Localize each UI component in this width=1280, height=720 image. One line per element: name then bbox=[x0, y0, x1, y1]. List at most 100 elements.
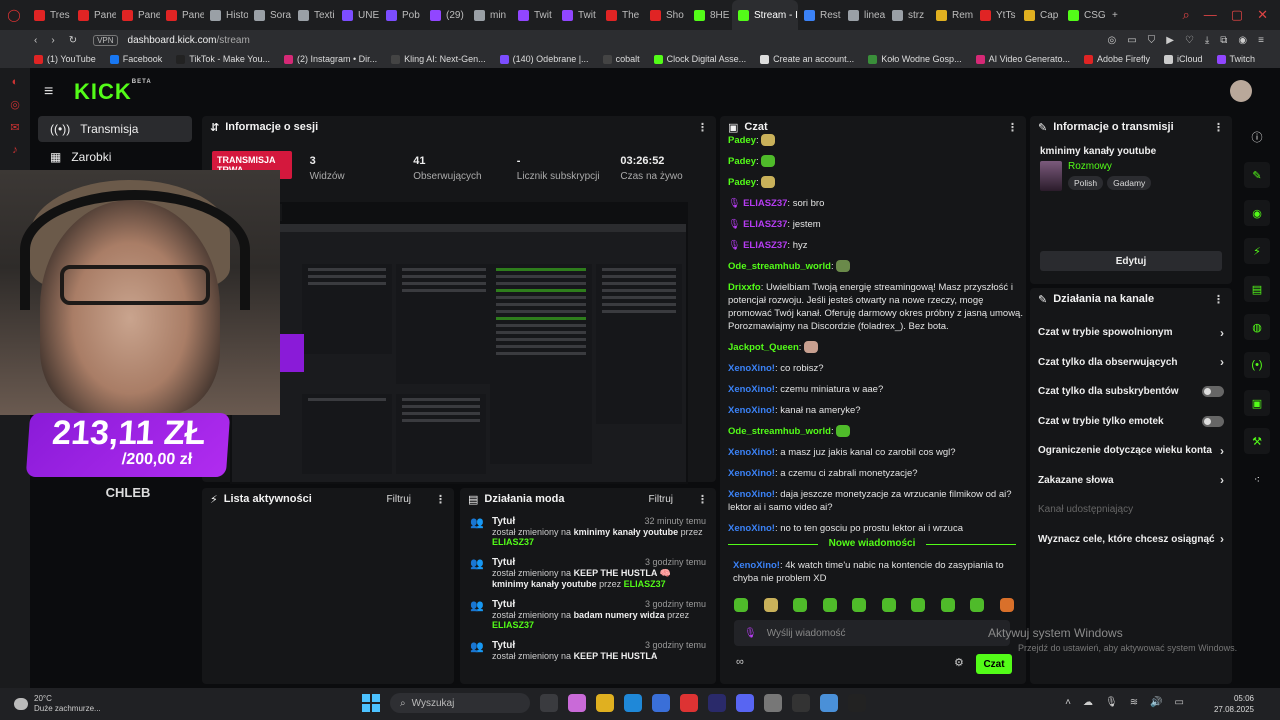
browser-tab[interactable]: Twit bbox=[512, 0, 556, 30]
wrench-icon[interactable]: ⚒ bbox=[1244, 428, 1270, 454]
weather-widget[interactable]: 20°C Duże zachmurze... bbox=[0, 694, 101, 714]
browser-tab[interactable]: CSG bbox=[1062, 0, 1106, 30]
vpn-badge[interactable]: VPN bbox=[93, 34, 118, 46]
close-button[interactable]: ✕ bbox=[1257, 7, 1268, 23]
back-icon[interactable]: ‹ bbox=[34, 35, 37, 46]
file-explorer-icon[interactable] bbox=[596, 694, 614, 712]
chat-username[interactable]: Padey bbox=[728, 135, 756, 146]
browser-tab[interactable]: YtTs bbox=[974, 0, 1018, 30]
chat-username[interactable]: XenoXino! bbox=[728, 363, 775, 374]
emote-icon[interactable] bbox=[940, 598, 955, 612]
bookmark[interactable]: Adobe Firefly bbox=[1083, 54, 1150, 64]
new-messages-divider[interactable]: Nowe wiadomości bbox=[728, 538, 1016, 549]
chat-username[interactable]: XenoXino! bbox=[728, 384, 775, 395]
bookmark[interactable]: (1) YouTube bbox=[34, 54, 96, 64]
camera-icon[interactable]: ◎ bbox=[1108, 35, 1117, 46]
chat-username[interactable]: XenoXino! bbox=[728, 447, 775, 458]
browser-tab[interactable]: Pane bbox=[160, 0, 204, 30]
signal-icon[interactable]: (•) bbox=[1244, 352, 1270, 378]
volume-icon[interactable]: 🔊 bbox=[1150, 697, 1162, 708]
chat-username[interactable]: Ode_streamhub_world bbox=[728, 261, 831, 272]
channel-action-row[interactable]: Czat tylko dla subskrybentów bbox=[1030, 377, 1232, 407]
info-icon[interactable]: ⓘ bbox=[1244, 124, 1270, 150]
more-icon[interactable]: ⋮ bbox=[1007, 121, 1018, 134]
browser-tab[interactable]: Twit bbox=[556, 0, 600, 30]
browser-tab[interactable]: Sora bbox=[248, 0, 292, 30]
mod-filter-button[interactable]: Filtruj bbox=[649, 494, 673, 505]
chat-username[interactable]: XenoXino! bbox=[728, 523, 775, 534]
search-icon[interactable]: ⌕ bbox=[1183, 7, 1190, 23]
browser-tab[interactable]: The bbox=[600, 0, 644, 30]
bookmark[interactable]: Facebook bbox=[109, 54, 162, 64]
chat-send-button[interactable]: Czat bbox=[976, 654, 1012, 674]
channel-action-row[interactable]: Zakazane słowa › bbox=[1030, 466, 1232, 496]
new-tab-button[interactable]: + bbox=[1106, 0, 1124, 30]
channel-action-row[interactable]: Ograniczenie dotyczące wieku konta › bbox=[1030, 436, 1232, 466]
mail-icon[interactable]: ✉ bbox=[10, 121, 19, 134]
emote-icon[interactable] bbox=[970, 598, 985, 612]
chat-username[interactable]: ELIASZ37 bbox=[743, 219, 787, 230]
mod-item-user[interactable]: ELIASZ37 bbox=[492, 620, 534, 630]
browser-tab[interactable]: min bbox=[468, 0, 512, 30]
task-view-icon[interactable] bbox=[540, 694, 558, 712]
toggle-switch[interactable] bbox=[1202, 386, 1224, 398]
profile-icon[interactable]: ◉ bbox=[1238, 35, 1247, 46]
tabs-icon[interactable]: ▭ bbox=[1127, 35, 1136, 46]
chat-username[interactable]: XenoXino! bbox=[728, 489, 775, 500]
play-icon[interactable]: ▶ bbox=[1166, 35, 1174, 46]
copilot-icon[interactable] bbox=[568, 694, 586, 712]
mod-item-user[interactable]: ELIASZ37 bbox=[624, 579, 666, 589]
chevron-up-icon[interactable]: ˄ bbox=[1065, 697, 1071, 708]
shield-icon[interactable]: ⛉ bbox=[1148, 35, 1156, 46]
bookmark[interactable]: iCloud bbox=[1164, 54, 1203, 64]
bookmark[interactable]: TikTok - Make You... bbox=[176, 54, 270, 64]
cloud-sync-icon[interactable]: ☁ bbox=[1083, 697, 1093, 708]
bookmark[interactable]: (140) Odebrane |... bbox=[499, 54, 589, 64]
reload-icon[interactable]: ↻ bbox=[69, 35, 77, 46]
edit-button[interactable]: Edytuj bbox=[1040, 251, 1222, 271]
toggle-switch[interactable] bbox=[1202, 415, 1224, 427]
emote-icon[interactable] bbox=[852, 598, 867, 612]
discord-icon[interactable] bbox=[736, 694, 754, 712]
ellipsis-icon[interactable]: ⁖ bbox=[1244, 466, 1270, 492]
emote-icon[interactable] bbox=[793, 598, 808, 612]
browser-tab[interactable]: Rem bbox=[930, 0, 974, 30]
clock[interactable]: 05:06 27.08.2025 bbox=[1214, 693, 1254, 715]
document-icon[interactable]: ▤ bbox=[1244, 276, 1270, 302]
microphone-icon[interactable]: 🎙 bbox=[1105, 697, 1118, 708]
opera-logo-icon[interactable]: ◯ bbox=[0, 8, 28, 22]
music-icon[interactable]: ♪ bbox=[12, 144, 18, 156]
bookmark[interactable]: Clock Digital Asse... bbox=[653, 54, 746, 64]
activity-filter-button[interactable]: Filtruj bbox=[387, 494, 411, 505]
browser-tab[interactable]: Rest bbox=[798, 0, 842, 30]
chat-username[interactable]: ELIASZ37 bbox=[743, 198, 787, 209]
after-effects-icon[interactable] bbox=[708, 694, 726, 712]
browser-tab[interactable]: Histo bbox=[204, 0, 248, 30]
channel-action-row[interactable]: Czat w trybie spowolnionym › bbox=[1030, 318, 1232, 348]
browser-tab[interactable]: Pob bbox=[380, 0, 424, 30]
minimize-button[interactable]: — bbox=[1204, 7, 1217, 23]
emote-icon[interactable] bbox=[911, 598, 926, 612]
browser-tab[interactable]: strz bbox=[886, 0, 930, 30]
emote-icon[interactable] bbox=[763, 598, 778, 612]
instagram-icon[interactable]: ◎ bbox=[10, 98, 20, 111]
browser-tab[interactable]: 8HE bbox=[688, 0, 732, 30]
gear-icon[interactable]: ⚙ bbox=[954, 656, 964, 669]
capcut-icon[interactable] bbox=[848, 694, 866, 712]
sidebar-item-zarobki[interactable]: ▦ Zarobki bbox=[38, 144, 192, 170]
browser-tab[interactable]: Cap bbox=[1018, 0, 1062, 30]
hamburger-menu-icon[interactable]: ≡ bbox=[44, 83, 62, 101]
chat-username[interactable]: Padey bbox=[728, 156, 756, 167]
avatar[interactable] bbox=[1230, 80, 1252, 102]
maximize-button[interactable]: ▢ bbox=[1231, 7, 1243, 23]
url-field[interactable]: dashboard.kick.com/stream bbox=[128, 35, 250, 46]
chat-input[interactable]: 🎙 Wyślij wiadomość bbox=[734, 620, 1010, 646]
chat-bubble-icon[interactable]: ◍ bbox=[1244, 314, 1270, 340]
chat-username[interactable]: Drixxfo bbox=[728, 282, 761, 293]
opera-icon[interactable] bbox=[680, 694, 698, 712]
bolt-icon[interactable]: ⚡ bbox=[1244, 238, 1270, 264]
bookmark[interactable]: Twitch bbox=[1216, 54, 1255, 64]
kick-logo[interactable]: KICKBETA bbox=[74, 79, 152, 105]
bookmark[interactable]: Kling AI: Next-Gen... bbox=[391, 54, 486, 64]
browser-tab[interactable]: Pane bbox=[116, 0, 160, 30]
